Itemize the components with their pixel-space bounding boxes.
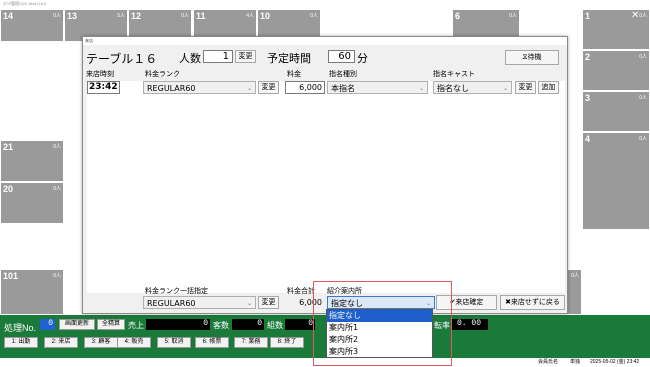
fkey-customer-button[interactable]: 3: 顧客 [84, 337, 118, 348]
table-tile-101[interactable]: 101 0人 [0, 269, 64, 315]
cast-select[interactable]: 指名なし ⌄ [433, 81, 512, 94]
tile-number: 4 [585, 134, 591, 144]
wait-button[interactable]: ⧖待機 [505, 50, 559, 65]
app-title: ｽﾅｯｸ管理ｼｽﾃﾑ Ver4.0.0.0 [3, 1, 47, 6]
fkey-arrival-button[interactable]: 2: 来店 [44, 337, 78, 348]
referral-dropdown-list[interactable]: 指定なし 案内所1 案内所2 案内所3 [326, 309, 433, 358]
refresh-button[interactable]: 画面更新 [59, 319, 95, 330]
planned-time-label: 予定時間 [267, 52, 311, 65]
tile-number: 11 [196, 11, 206, 21]
cast-select-value: 指名なし [437, 84, 469, 93]
chevron-down-icon: ⌄ [246, 300, 252, 307]
process-no-value[interactable]: 0 [40, 319, 55, 330]
tile-count: 0人 [310, 13, 318, 19]
tile-number: 2 [585, 52, 591, 62]
fkey-business-button[interactable]: 7: 業務 [234, 337, 268, 348]
col-arrival-time: 来店時刻 [86, 70, 114, 78]
bulk-rank-select[interactable]: REGULAR60 ⌄ [143, 296, 256, 309]
arrival-dialog: 来店 テーブル１６ 人数 1 変更 予定時間 60 分 ⧖待機 来店時刻 料金ラ… [82, 36, 568, 314]
total-label: 料金合計 [287, 287, 315, 295]
total-settle-button[interactable]: 全精算 [97, 319, 125, 330]
cancel-arrival-button[interactable]: ✖来店せずに戻る [500, 295, 565, 310]
fkey-cancel-button[interactable]: 5: 取消 [157, 337, 191, 348]
tile-count: 0人 [639, 95, 647, 101]
tile-count: 0人 [639, 54, 647, 60]
tile-number: 20 [3, 184, 14, 194]
tile-count: 0人 [639, 136, 647, 142]
fee-input[interactable]: 6,000 [285, 81, 325, 94]
dialog-titlebar: 来店 [83, 37, 567, 45]
tile-number: 10 [260, 11, 271, 21]
referral-option[interactable]: 案内所2 [327, 334, 432, 346]
referral-option[interactable]: 指定なし [327, 310, 432, 322]
table-tile-4[interactable]: 4 0人 [582, 132, 650, 230]
cast-add-button[interactable]: 追加 [538, 81, 559, 94]
people-label: 人数 [179, 52, 201, 65]
fkey-report-button[interactable]: 6: 帳票 [195, 337, 229, 348]
table-label: テーブル１６ [86, 52, 158, 66]
table-tile-3[interactable]: 3 0人 [582, 91, 650, 132]
tile-number: 13 [67, 11, 78, 21]
tile-number: 14 [3, 11, 14, 21]
visit-list [87, 81, 565, 293]
tile-number: 3 [585, 93, 591, 103]
rate-value: 0. 00 [452, 319, 488, 330]
tile-number: 12 [131, 11, 142, 21]
col-cast: 指名キャスト [433, 70, 475, 78]
fkey-attendance-button[interactable]: 1: 出勤 [4, 337, 38, 348]
tile-number: 1 [585, 11, 591, 21]
chevron-down-icon: ⌄ [418, 85, 424, 92]
guests-label: 客数 [213, 321, 229, 330]
tile-count: 5人 [117, 13, 125, 19]
groups-label: 組数 [267, 321, 283, 330]
member-value: 単独 [570, 359, 581, 365]
tile-count: 0人 [509, 13, 517, 19]
rank-select[interactable]: REGULAR60 ⌄ [143, 81, 256, 94]
cast-change-button[interactable]: 変更 [515, 81, 536, 94]
people-change-button[interactable]: 変更 [235, 50, 256, 63]
col-nomination: 指名種別 [329, 70, 357, 78]
table-tile-14[interactable]: 14 0人 [0, 9, 64, 42]
tile-count: 4人 [246, 13, 254, 19]
arrival-time-input[interactable]: 23:42 [87, 81, 120, 94]
chevron-down-icon: ⌄ [502, 85, 508, 92]
process-no-label: 処理No. [4, 323, 37, 333]
bulk-change-button[interactable]: 変更 [258, 296, 279, 309]
chevron-down-icon: ⌄ [246, 85, 252, 92]
people-input[interactable]: 1 [203, 50, 233, 63]
tile-count: 0人 [53, 13, 61, 19]
groups-value: 0 [285, 319, 315, 330]
member-label: 会員氏名 [538, 359, 559, 365]
fkey-sales-button[interactable]: 4: 販売 [117, 337, 151, 348]
guests-value: 0 [232, 319, 264, 330]
datetime-display: 2025-05-02 (金) 23:42 [590, 359, 640, 365]
col-rank: 料金ランク [145, 70, 180, 78]
rank-change-button[interactable]: 変更 [258, 81, 279, 94]
tile-number: 101 [3, 271, 19, 281]
planned-time-input[interactable]: 60 [328, 50, 355, 63]
tile-number: 21 [3, 142, 14, 152]
rank-select-value: REGULAR60 [147, 84, 196, 93]
tile-count: 0人 [53, 273, 61, 279]
tile-count: 0人 [53, 144, 61, 150]
tile-count: 0人 [181, 13, 189, 19]
col-fee: 料金 [287, 70, 301, 78]
minutes-label: 分 [357, 52, 368, 65]
referral-option[interactable]: 案内所1 [327, 322, 432, 334]
close-icon[interactable]: ✕ [631, 11, 641, 21]
tile-count: 0人 [571, 273, 579, 279]
tile-count: 0人 [53, 186, 61, 192]
sales-label: 売上 [128, 321, 144, 330]
sales-value: 0 [146, 319, 210, 330]
table-tile-2[interactable]: 2 0人 [582, 50, 650, 91]
bulk-rank-label: 料金ランク一括指定 [145, 287, 208, 295]
bulk-rank-select-value: REGULAR60 [147, 299, 196, 308]
nomination-select[interactable]: 本指名 ⌄ [327, 81, 428, 94]
table-tile-20[interactable]: 20 0人 [0, 182, 64, 224]
tile-number: 6 [455, 11, 461, 21]
fkey-exit-button[interactable]: 8: 終了 [270, 337, 304, 348]
table-tile-21[interactable]: 21 0人 [0, 140, 64, 182]
nomination-select-value: 本指名 [331, 84, 355, 93]
referral-option[interactable]: 案内所3 [327, 346, 432, 358]
